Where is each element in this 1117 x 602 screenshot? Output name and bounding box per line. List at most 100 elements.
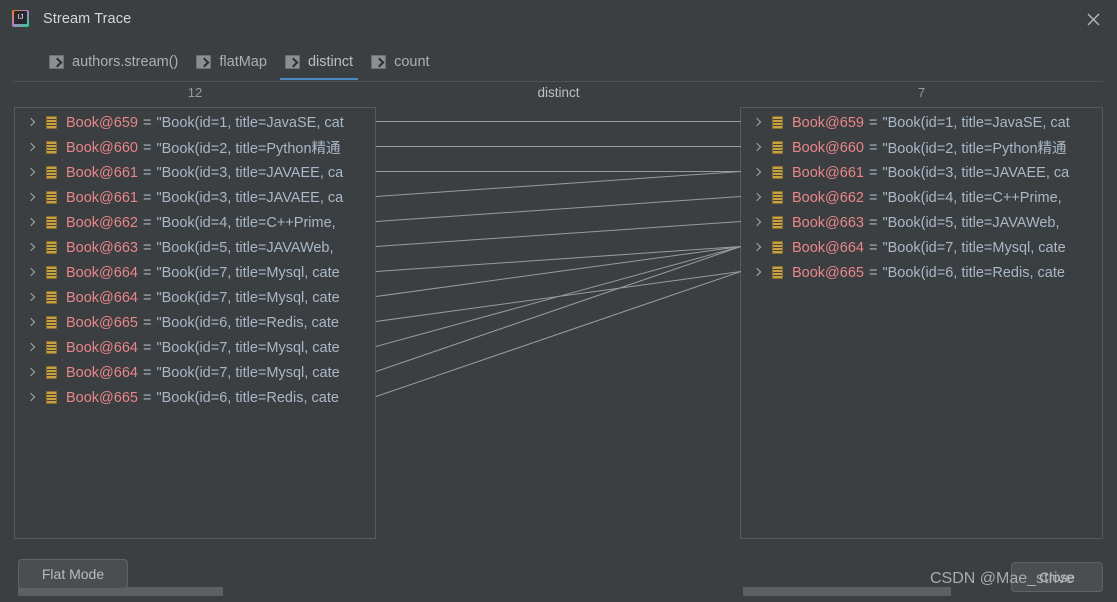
- value-row[interactable]: Book@660 = "Book(id=2, title=Python精通: [15, 135, 375, 160]
- value-row[interactable]: Book@665 = "Book(id=6, title=Redis, cate: [15, 310, 375, 335]
- close-icon[interactable]: [1081, 7, 1105, 31]
- after-values-list: Book@659 = "Book(id=1, title=JavaSE, cat Bo…: [741, 110, 1102, 285]
- right-count-label: 7: [917, 85, 926, 100]
- equals-sign: =: [142, 189, 152, 206]
- object-instance-icon: [46, 141, 57, 154]
- chevron-right-icon[interactable]: [26, 217, 38, 229]
- value-row[interactable]: Book@664 = "Book(id=7, title=Mysql, cate: [15, 285, 375, 310]
- chevron-right-icon[interactable]: [752, 242, 764, 254]
- value-row[interactable]: Book@659 = "Book(id=1, title=JavaSE, cat: [741, 110, 1102, 135]
- chevron-right-icon[interactable]: [752, 192, 764, 204]
- object-reference: Book@660: [66, 139, 138, 156]
- object-instance-icon: [772, 241, 783, 254]
- stream-trace-dialog: Stream Trace authors.stream() flatMap di…: [0, 0, 1117, 602]
- object-instance-icon: [772, 191, 783, 204]
- value-row[interactable]: Book@662 = "Book(id=4, title=C++Prime,: [741, 185, 1102, 210]
- stream-step-icon: [196, 55, 212, 69]
- object-reference: Book@664: [792, 239, 864, 256]
- value-row[interactable]: Book@661 = "Book(id=3, title=JAVAEE, ca: [741, 160, 1102, 185]
- stream-step-icon: [284, 55, 300, 69]
- value-row[interactable]: Book@659 = "Book(id=1, title=JavaSE, cat: [15, 110, 375, 135]
- object-instance-icon: [46, 341, 57, 354]
- left-count-label: 12: [187, 85, 203, 100]
- before-values-panel[interactable]: Book@659 = "Book(id=1, title=JavaSE, cat Bo…: [14, 107, 376, 539]
- object-instance-icon: [46, 366, 57, 379]
- after-values-panel[interactable]: Book@659 = "Book(id=1, title=JavaSE, cat Bo…: [740, 107, 1103, 539]
- value-row[interactable]: Book@664 = "Book(id=7, title=Mysql, cate: [15, 260, 375, 285]
- tab-distinct[interactable]: distinct: [276, 44, 362, 80]
- title-bar: Stream Trace: [0, 0, 1117, 37]
- value-row[interactable]: Book@664 = "Book(id=7, title=Mysql, cate: [15, 335, 375, 360]
- object-reference: Book@665: [66, 389, 138, 406]
- value-row[interactable]: Book@660 = "Book(id=2, title=Python精通: [741, 135, 1102, 160]
- object-instance-icon: [772, 116, 783, 129]
- object-instance-icon: [772, 266, 783, 279]
- object-value: "Book(id=3, title=JAVAEE, ca: [156, 164, 344, 181]
- equals-sign: =: [868, 164, 878, 181]
- chevron-right-icon[interactable]: [26, 292, 38, 304]
- chevron-right-icon[interactable]: [752, 217, 764, 229]
- value-row[interactable]: Book@665 = "Book(id=6, title=Redis, cate: [15, 385, 375, 410]
- object-value: "Book(id=7, title=Mysql, cate: [156, 264, 340, 281]
- chevron-right-icon[interactable]: [752, 167, 764, 179]
- tab-count[interactable]: count: [362, 44, 438, 80]
- tab-label: flatMap: [219, 54, 267, 70]
- object-reference: Book@661: [792, 164, 864, 181]
- object-value: "Book(id=5, title=JAVAWeb,: [882, 214, 1060, 231]
- chevron-right-icon[interactable]: [26, 167, 38, 179]
- chevron-right-icon[interactable]: [26, 342, 38, 354]
- chevron-right-icon[interactable]: [26, 367, 38, 379]
- object-value: "Book(id=2, title=Python精通: [882, 141, 1067, 157]
- value-mapping-lines: [376, 121, 741, 397]
- equals-sign: =: [142, 264, 152, 281]
- object-instance-icon: [46, 291, 57, 304]
- chevron-right-icon[interactable]: [752, 267, 764, 279]
- object-value: "Book(id=6, title=Redis, cate: [882, 264, 1065, 281]
- tab-label: distinct: [307, 54, 354, 70]
- object-value: "Book(id=7, title=Mysql, cate: [156, 364, 340, 381]
- object-value: "Book(id=6, title=Redis, cate: [156, 314, 339, 331]
- equals-sign: =: [142, 389, 152, 406]
- equals-sign: =: [868, 239, 878, 256]
- object-instance-icon: [46, 391, 57, 404]
- tab-flatmap[interactable]: flatMap: [187, 44, 276, 80]
- chevron-right-icon[interactable]: [26, 142, 38, 154]
- value-row[interactable]: Book@662 = "Book(id=4, title=C++Prime,: [15, 210, 375, 235]
- object-reference: Book@664: [66, 289, 138, 306]
- stream-step-tabs: authors.stream() flatMap distinct count: [0, 44, 1117, 82]
- chevron-right-icon[interactable]: [752, 117, 764, 129]
- value-row[interactable]: Book@661 = "Book(id=3, title=JAVAEE, ca: [15, 185, 375, 210]
- object-value: "Book(id=1, title=JavaSE, cat: [156, 114, 344, 131]
- value-row[interactable]: Book@663 = "Book(id=5, title=JAVAWeb,: [15, 235, 375, 260]
- equals-sign: =: [868, 114, 878, 131]
- object-value: "Book(id=6, title=Redis, cate: [156, 389, 339, 406]
- value-row[interactable]: Book@663 = "Book(id=5, title=JAVAWeb,: [741, 210, 1102, 235]
- scrollbar-thumb[interactable]: [743, 587, 951, 596]
- value-row[interactable]: Book@661 = "Book(id=3, title=JAVAEE, ca: [15, 160, 375, 185]
- object-value: "Book(id=7, title=Mysql, cate: [156, 339, 340, 356]
- chevron-right-icon[interactable]: [26, 117, 38, 129]
- chevron-right-icon[interactable]: [26, 267, 38, 279]
- chevron-right-icon[interactable]: [26, 192, 38, 204]
- operation-label: distinct: [537, 85, 580, 100]
- tab-authors-stream[interactable]: authors.stream(): [40, 44, 187, 80]
- object-reference: Book@663: [792, 214, 864, 231]
- before-values-list: Book@659 = "Book(id=1, title=JavaSE, cat Bo…: [15, 110, 375, 410]
- value-row[interactable]: Book@664 = "Book(id=7, title=Mysql, cate: [741, 235, 1102, 260]
- watermark: CSDN @Mae_strive: [930, 570, 1075, 587]
- object-reference: Book@663: [66, 239, 138, 256]
- value-row[interactable]: Book@664 = "Book(id=7, title=Mysql, cate: [15, 360, 375, 385]
- chevron-right-icon[interactable]: [26, 317, 38, 329]
- chevron-right-icon[interactable]: [752, 142, 764, 154]
- equals-sign: =: [868, 189, 878, 206]
- stream-step-icon: [371, 55, 387, 69]
- flat-mode-button[interactable]: Flat Mode: [18, 559, 128, 589]
- chevron-right-icon[interactable]: [26, 392, 38, 404]
- object-reference: Book@664: [66, 339, 138, 356]
- value-row[interactable]: Book@665 = "Book(id=6, title=Redis, cate: [741, 260, 1102, 285]
- equals-sign: =: [868, 214, 878, 231]
- object-instance-icon: [46, 316, 57, 329]
- object-instance-icon: [46, 216, 57, 229]
- object-instance-icon: [772, 141, 783, 154]
- chevron-right-icon[interactable]: [26, 242, 38, 254]
